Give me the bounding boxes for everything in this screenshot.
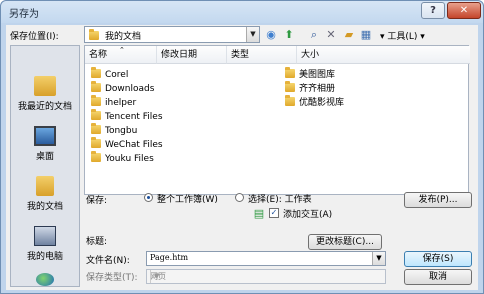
back-icon[interactable]: ◉ [264, 28, 278, 42]
page-title-label: 标题: [86, 237, 108, 247]
place-label: 我最近的文档 [17, 102, 72, 112]
chevron-down-icon: ▼ [246, 27, 259, 42]
my-computer-icon [34, 226, 56, 246]
chevron-down-icon: ▼ [150, 270, 163, 283]
filetype-label: 保存类型(T): [86, 273, 138, 283]
interactive-sheet-icon: ▤ [253, 207, 265, 220]
selection-radio[interactable] [235, 193, 244, 202]
column-header-size[interactable]: 大小 [297, 46, 470, 64]
save-as-dialog: 另存为 ? ✕ 保存位置(I): 我的文档 ▼ ◉ ⬆ ⌕ ✕ ▰ ▦ ▾ 工具… [0, 0, 484, 294]
folder-icon [91, 109, 101, 120]
workbook-option-label: 整个工作簿(W) [157, 195, 218, 205]
add-interactive-checkbox[interactable]: ✓ [269, 208, 279, 218]
filename-input[interactable]: Page.htm ▼ [146, 251, 386, 266]
chevron-down-icon[interactable]: ▼ [372, 252, 385, 265]
workbook-radio[interactable] [144, 193, 153, 202]
window-title: 另存为 [9, 9, 39, 20]
folder-icon [91, 123, 101, 134]
location-label: 保存位置(I): [10, 32, 59, 42]
column-header-modified[interactable]: 修改日期 [157, 46, 227, 64]
places-bar: 我最近的文档 桌面 我的文档 我的电脑 [10, 45, 80, 287]
help-button[interactable]: ? [421, 2, 445, 19]
up-folder-icon[interactable]: ⬆ [282, 28, 296, 42]
globe-icon [36, 273, 54, 286]
folder-icon [285, 67, 295, 78]
column-header-type[interactable]: 类型 [227, 46, 297, 64]
change-title-button[interactable]: 更改标题(C)... [308, 234, 382, 250]
sort-arrow-icon: ⌃ [119, 46, 125, 54]
place-label: 我的电脑 [26, 252, 63, 262]
recent-documents-icon [34, 76, 56, 96]
list-item[interactable]: 优酷影视库 [285, 95, 344, 110]
list-item[interactable]: ihelper [91, 95, 136, 110]
place-network[interactable] [11, 273, 79, 286]
add-interactive-label: 添加交互(A) [283, 210, 333, 220]
folder-icon [285, 95, 295, 106]
folder-icon [91, 151, 101, 162]
place-my-documents[interactable]: 我的文档 [11, 176, 79, 212]
list-item[interactable]: 美图图库 [285, 67, 335, 82]
search-web-icon[interactable]: ⌕ [307, 28, 321, 42]
cancel-button[interactable]: 取消 [404, 269, 472, 285]
list-item[interactable]: WeChat Files [91, 137, 163, 152]
list-item[interactable]: Youku Files [91, 151, 154, 166]
place-recent[interactable]: 我最近的文档 [11, 76, 79, 112]
filename-label: 文件名(N): [86, 256, 130, 266]
save-button[interactable]: 保存(S) [404, 251, 472, 267]
place-my-computer[interactable]: 我的电脑 [11, 226, 79, 262]
place-label: 我的文档 [26, 202, 63, 212]
folder-icon [91, 67, 101, 78]
list-item[interactable]: 齐齐相册 [285, 81, 335, 96]
filetype-dropdown[interactable]: 网页 ▼ [146, 269, 386, 284]
place-label: 桌面 [35, 152, 54, 162]
folder-icon [285, 81, 295, 92]
column-header-name[interactable]: 名称 ⌃ [85, 46, 157, 64]
publish-button[interactable]: 发布(P)... [404, 192, 472, 208]
tools-label: 工具(L) [387, 32, 418, 42]
list-item[interactable]: Tencent Files [91, 109, 163, 124]
desktop-icon [34, 126, 56, 146]
title-bar: 另存为 ? ✕ [1, 1, 483, 23]
folder-icon [91, 81, 101, 92]
dialog-body: 保存位置(I): 我的文档 ▼ ◉ ⬆ ⌕ ✕ ▰ ▦ ▾ 工具(L) ▾ 我最… [6, 25, 478, 290]
location-dropdown[interactable]: 我的文档 ▼ [84, 26, 260, 43]
new-folder-icon[interactable]: ▰ [342, 28, 356, 42]
close-button[interactable]: ✕ [447, 2, 481, 19]
delete-icon[interactable]: ✕ [324, 28, 338, 42]
filename-value: Page.htm [150, 253, 189, 262]
selection-option-label: 选择(E): 工作表 [248, 195, 312, 205]
list-item[interactable]: Downloads [91, 81, 154, 96]
list-item[interactable]: Corel [91, 67, 128, 82]
list-item[interactable]: Tongbu [91, 123, 137, 138]
save-label: 保存: [86, 196, 108, 206]
folder-icon [89, 29, 103, 42]
place-desktop[interactable]: 桌面 [11, 126, 79, 162]
my-documents-icon [36, 176, 54, 196]
tools-menu[interactable]: ▾ 工具(L) ▾ [380, 29, 425, 42]
folder-icon [91, 95, 101, 106]
views-icon[interactable]: ▦ [359, 28, 373, 42]
file-list: 名称 ⌃ 修改日期 类型 大小 Corel Downloads ihelper … [84, 45, 470, 195]
folder-icon [91, 137, 101, 148]
